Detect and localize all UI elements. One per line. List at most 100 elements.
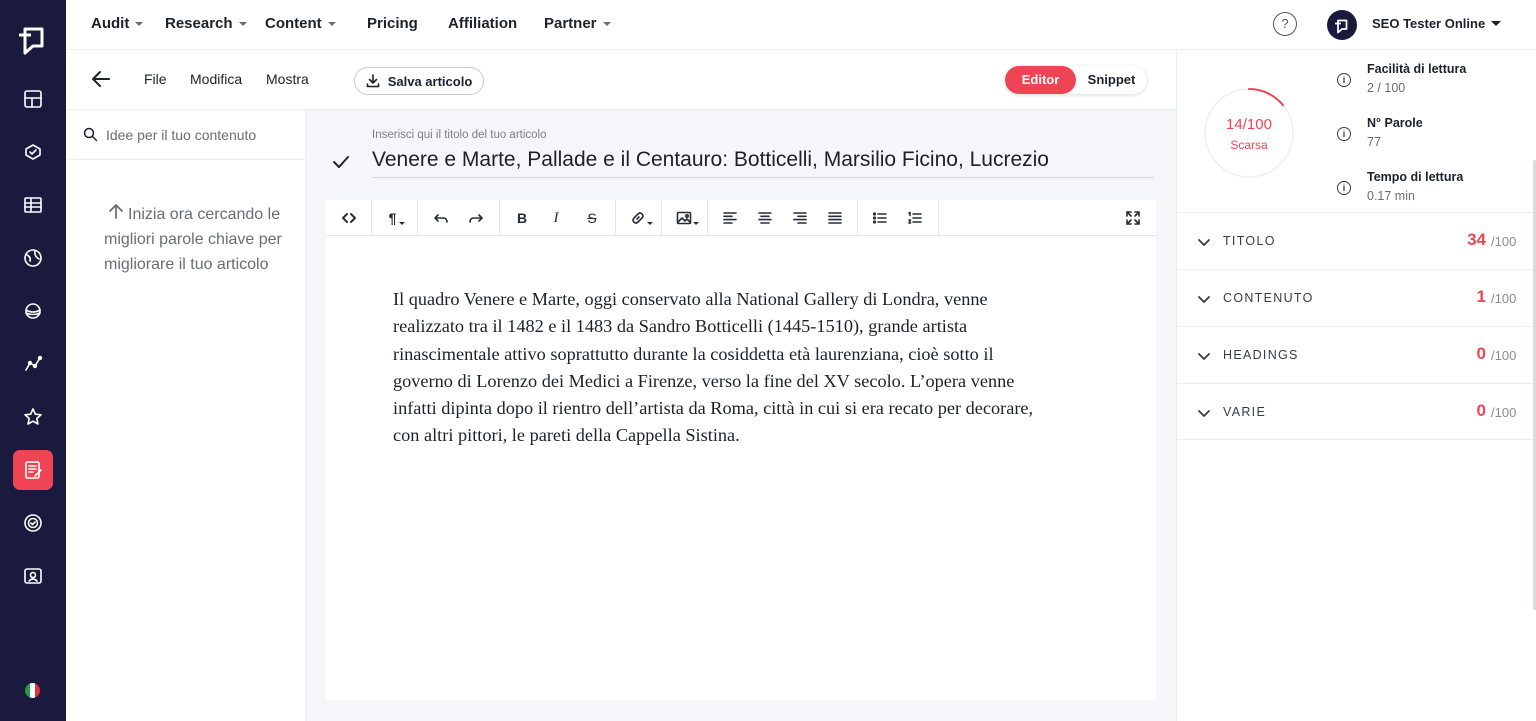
section-score: 0 [1476,401,1486,420]
score-gauge [1204,88,1294,178]
metric-value: 2 / 100 [1367,81,1406,95]
score-grade: Scarsa [1230,138,1268,152]
section-max: /100 [1491,405,1517,420]
toolbar-divider [371,200,372,236]
toolbar-divider [707,200,708,236]
document-page[interactable]: Il quadro Venere e Marte, oggi conservat… [326,236,1156,700]
chevron-down-icon [238,21,247,26]
mode-editor-button[interactable]: Editor [1005,66,1076,94]
audit-icon[interactable] [13,132,53,172]
fullscreen-icon [1126,211,1140,225]
keyword-search-input[interactable] [106,124,296,146]
back-arrow-icon[interactable] [90,68,112,90]
nav-pricing-label: Pricing [367,15,418,32]
section-varie[interactable]: VARIE 0 /100 [1177,383,1536,440]
toolbar-divider [499,200,500,236]
info-icon[interactable]: i [1337,127,1351,141]
section-contenuto[interactable]: CONTENUTO 1 /100 [1177,269,1536,326]
image-icon [676,211,691,225]
align-left-button[interactable] [715,200,745,236]
chevron-down-icon [1198,353,1210,360]
content-editor-icon[interactable] [13,450,53,490]
align-center-button[interactable] [750,200,780,236]
section-max: /100 [1491,291,1517,306]
nav-research[interactable]: Research [165,15,247,32]
strikethrough-button[interactable]: S [577,200,607,236]
dashboard-icon[interactable] [13,79,53,119]
menu-file[interactable]: File [144,71,167,87]
body-line: Il quadro Venere e Marte, oggi conservat… [393,289,988,309]
chevron-down-icon [692,221,699,225]
section-score: 1 [1476,287,1486,306]
body-line: rinascimentale attivo soprattutto durant… [393,343,994,364]
toolbar-divider [615,200,616,236]
mode-snippet-button[interactable]: Snippet [1076,66,1147,94]
mode-toggle: Editor Snippet [1005,66,1147,94]
fullscreen-button[interactable] [1118,200,1148,236]
nav-audit-label: Audit [91,15,130,32]
toolbar-divider [417,200,418,236]
globe-icon[interactable] [13,238,53,278]
align-right-button[interactable] [785,200,815,236]
section-headings[interactable]: HEADINGS 0 /100 [1177,326,1536,383]
section-label: VARIE [1223,405,1267,419]
avatar[interactable] [1327,10,1357,40]
article-body[interactable]: Il quadro Venere e Marte, oggi conservat… [393,286,1093,450]
italic-button[interactable]: I [541,200,571,236]
chevron-down-icon [1198,239,1210,246]
chevron-down-icon [1198,296,1210,303]
info-icon[interactable]: i [1337,73,1351,87]
metric-value: 77 [1367,135,1381,149]
account-menu[interactable]: SEO Tester Online [1372,16,1502,31]
link-icon [631,212,644,224]
code-view-button[interactable] [334,200,364,236]
save-article-label: Salva articolo [387,73,473,89]
nav-audit[interactable]: Audit [91,15,144,32]
numbered-list-button[interactable] [900,200,930,236]
nav-affiliation[interactable]: Affiliation [448,15,517,32]
toolbar-divider [857,200,858,236]
table-icon[interactable] [13,185,53,225]
section-max: /100 [1491,348,1517,363]
article-title-input[interactable]: Venere e Marte, Pallade e il Centauro: B… [372,148,1154,178]
menu-mostra[interactable]: Mostra [266,71,309,87]
help-icon[interactable]: ? [1273,12,1297,36]
title-hint: Inserisci qui il titolo del tuo articolo [372,129,547,141]
link-button[interactable] [624,200,658,236]
planet-icon[interactable] [13,291,53,331]
nav-partner[interactable]: Partner [544,15,611,32]
section-titolo[interactable]: TITOLO 34 /100 [1177,212,1536,269]
align-justify-button[interactable] [820,200,850,236]
bullet-list-button[interactable] [865,200,895,236]
menu-modifica[interactable]: Modifica [190,71,242,87]
badge-icon[interactable] [13,503,53,543]
section-label: HEADINGS [1223,348,1299,362]
editor-area: Inserisci qui il titolo del tuo articolo… [306,110,1176,721]
code-icon [342,213,356,223]
reports-icon[interactable] [13,556,53,596]
paragraph-icon: ¶ [388,210,397,226]
toolbar-divider [938,200,939,236]
keyword-hint-text: Inizia ora cercando le migliori parole c… [104,206,282,273]
nav-pricing[interactable]: Pricing [367,15,418,32]
app-logo-icon[interactable] [15,20,51,56]
undo-button[interactable] [426,200,456,236]
paragraph-format-button[interactable]: ¶ [382,200,412,236]
info-icon[interactable]: i [1337,181,1351,195]
star-icon[interactable] [13,397,53,437]
bold-button[interactable]: B [507,200,537,236]
chevron-down-icon [602,21,611,26]
keyword-search [66,110,305,160]
section-max: /100 [1491,234,1517,249]
redo-button[interactable] [461,200,491,236]
save-article-button[interactable]: Salva articolo [354,67,484,95]
align-left-icon [723,212,737,224]
section-score: 34 [1467,230,1486,249]
body-line: governo di Lorenzo dei Medici a Firenze,… [393,370,1015,391]
score-panel: 14/100 Scarsa i Facilità di lettura 2 / … [1176,50,1536,721]
analytics-icon[interactable] [13,344,53,384]
nav-content[interactable]: Content [265,15,336,32]
language-flag-icon[interactable] [25,683,40,698]
toolbar-divider [661,200,662,236]
image-button[interactable] [670,200,704,236]
